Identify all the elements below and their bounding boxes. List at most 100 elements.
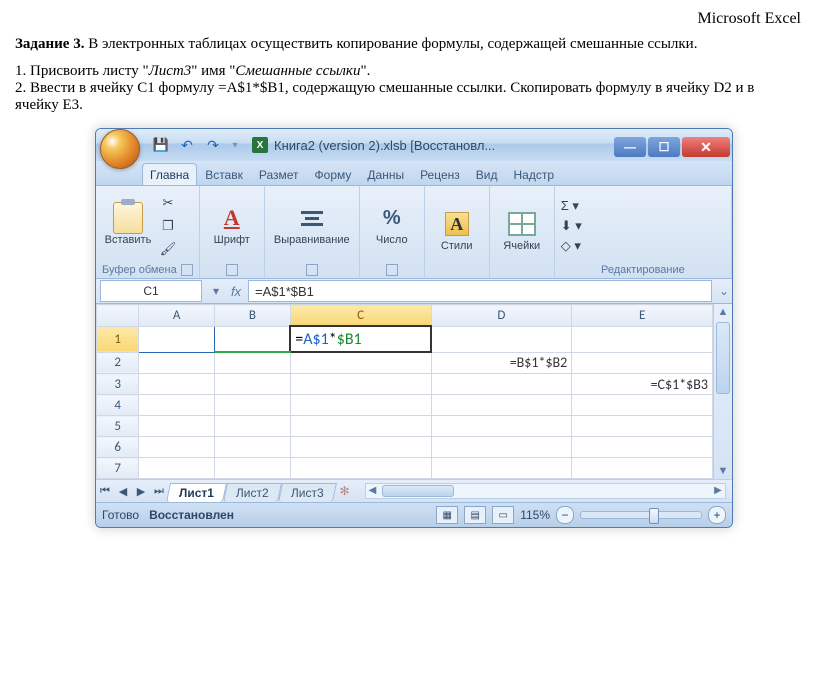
quick-access-toolbar: 💾 ↶ ↷ ▾ <box>150 134 242 156</box>
zoom-knob[interactable] <box>649 508 659 524</box>
titlebar: 💾 ↶ ↷ ▾ X Книга2 (version 2).xlsb [Восст… <box>96 129 732 161</box>
group-cells: Ячейки <box>490 186 555 278</box>
vertical-scrollbar[interactable]: ▲ ▼ <box>713 304 732 479</box>
cell-b1[interactable] <box>215 326 291 352</box>
minimize-button[interactable]: — <box>614 137 646 157</box>
tab-insert[interactable]: Вставк <box>197 163 251 185</box>
col-header-b[interactable]: B <box>215 305 291 327</box>
row-header-1[interactable]: 1 <box>97 326 139 352</box>
zoom-slider[interactable] <box>580 511 702 519</box>
font-dialog-icon[interactable] <box>226 264 238 276</box>
autosum-button[interactable]: Σ ▾ <box>561 198 579 214</box>
cell-d3[interactable] <box>431 374 572 395</box>
cell-c1[interactable]: =A$1*$B1 <box>290 326 431 352</box>
col-header-c[interactable]: C <box>290 305 431 327</box>
col-header-d[interactable]: D <box>431 305 572 327</box>
scroll-up-icon[interactable]: ▲ <box>714 304 732 320</box>
col-header-a[interactable]: A <box>139 305 215 327</box>
sheet-tab-2[interactable]: Лист2 <box>223 483 282 502</box>
view-normal-button[interactable]: ▦ <box>436 506 458 524</box>
view-break-button[interactable]: ▭ <box>492 506 514 524</box>
tab-home[interactable]: Главна <box>142 163 197 185</box>
group-font: A Шрифт <box>200 186 265 278</box>
cell-a1[interactable] <box>139 326 215 352</box>
row-header-2[interactable]: 2 <box>97 352 139 374</box>
cell-e2[interactable] <box>572 352 713 374</box>
qat-dropdown[interactable]: ▾ <box>228 140 242 151</box>
paste-button[interactable]: Вставить <box>102 204 154 246</box>
sheet-nav-last[interactable]: ⏭ <box>150 482 168 500</box>
cell-e1[interactable] <box>572 326 713 352</box>
formula-expand-icon[interactable]: ⌄ <box>716 284 732 298</box>
font-button[interactable]: A Шрифт <box>206 204 258 246</box>
tab-addins[interactable]: Надстр <box>506 163 563 185</box>
view-layout-button[interactable]: ▤ <box>464 506 486 524</box>
close-button[interactable]: ✕ <box>682 137 730 157</box>
scroll-left-icon[interactable]: ◀ <box>366 484 380 496</box>
row-header-7[interactable]: 7 <box>97 458 139 479</box>
zoom-out-button[interactable]: − <box>556 506 574 524</box>
alignment-button[interactable]: Выравнивание <box>271 204 353 246</box>
cell-e3[interactable]: =C$1*$B3 <box>572 374 713 395</box>
clipboard-dialog-icon[interactable] <box>181 264 193 276</box>
undo-button[interactable]: ↶ <box>176 134 198 156</box>
cell-a3[interactable] <box>139 374 215 395</box>
hscroll-thumb[interactable] <box>382 485 454 497</box>
row-header-4[interactable]: 4 <box>97 395 139 416</box>
copy-button[interactable]: ❐ <box>158 216 178 236</box>
scroll-right-icon[interactable]: ▶ <box>711 484 725 496</box>
tab-formulas[interactable]: Форму <box>307 163 360 185</box>
maximize-button[interactable]: ☐ <box>648 137 680 157</box>
select-all-corner[interactable] <box>97 305 139 327</box>
redo-button[interactable]: ↷ <box>202 134 224 156</box>
formula-input[interactable]: =A$1*$B1 <box>248 280 712 302</box>
sheet-tab-1[interactable]: Лист1 <box>166 483 227 502</box>
cell-c3[interactable] <box>290 374 431 395</box>
tab-layout[interactable]: Размет <box>251 163 307 185</box>
status-ready: Готово <box>102 508 139 522</box>
cell-b3[interactable] <box>215 374 291 395</box>
row-header-3[interactable]: 3 <box>97 374 139 395</box>
styles-button[interactable]: Стили <box>431 210 483 252</box>
cell-d1[interactable] <box>431 326 572 352</box>
zoom-in-button[interactable]: + <box>708 506 726 524</box>
row-header-6[interactable]: 6 <box>97 437 139 458</box>
office-button[interactable] <box>100 129 140 169</box>
scroll-thumb[interactable] <box>716 322 730 394</box>
sheet-tab-3[interactable]: Лист3 <box>278 483 337 502</box>
fx-button[interactable]: fx <box>226 281 246 301</box>
namebox-dropdown[interactable]: ▾ <box>206 281 226 301</box>
cells-button[interactable]: Ячейки <box>496 210 548 252</box>
cut-button[interactable]: ✂ <box>158 193 178 213</box>
tab-data[interactable]: Данны <box>359 163 412 185</box>
clear-button[interactable]: ◇ ▾ <box>561 238 581 254</box>
col-header-e[interactable]: E <box>572 305 713 327</box>
cell-c2[interactable] <box>290 352 431 374</box>
name-box[interactable]: C1 <box>100 280 202 302</box>
tab-review[interactable]: Реценз <box>412 163 468 185</box>
align-dialog-icon[interactable] <box>306 264 318 276</box>
row-header-5[interactable]: 5 <box>97 416 139 437</box>
grid-area: A B C D E 1 =A$1*$B1 2 <box>96 304 732 479</box>
cell-b2[interactable] <box>215 352 291 374</box>
cells-icon <box>508 212 536 236</box>
number-button[interactable]: % Число <box>366 204 418 246</box>
fill-button[interactable]: ⬇ ▾ <box>561 218 582 234</box>
sheet-tab-bar: ⏮ ◀ ▶ ⏭ Лист1 Лист2 Лист3 ✻ ◀ ▶ <box>96 479 732 502</box>
add-sheet-button[interactable]: ✻ <box>335 484 355 498</box>
horizontal-scrollbar[interactable]: ◀ ▶ <box>365 483 726 499</box>
scroll-down-icon[interactable]: ▼ <box>714 463 732 479</box>
spreadsheet-grid[interactable]: A B C D E 1 =A$1*$B1 2 <box>96 304 713 479</box>
status-bar: Готово Восстановлен ▦ ▤ ▭ 115% − + <box>96 502 732 527</box>
format-painter-button[interactable]: 🖌 <box>158 239 178 259</box>
number-dialog-icon[interactable] <box>386 264 398 276</box>
sheet-nav-prev[interactable]: ◀ <box>114 482 132 500</box>
sheet-nav-first[interactable]: ⏮ <box>96 482 114 500</box>
sheet-nav-next[interactable]: ▶ <box>132 482 150 500</box>
styles-icon <box>445 212 469 236</box>
cell-a2[interactable] <box>139 352 215 374</box>
save-button[interactable]: 💾 <box>150 134 172 156</box>
cell-d2[interactable]: =B$1*$B2 <box>431 352 572 374</box>
tab-view[interactable]: Вид <box>468 163 506 185</box>
excel-icon: X <box>252 137 268 153</box>
